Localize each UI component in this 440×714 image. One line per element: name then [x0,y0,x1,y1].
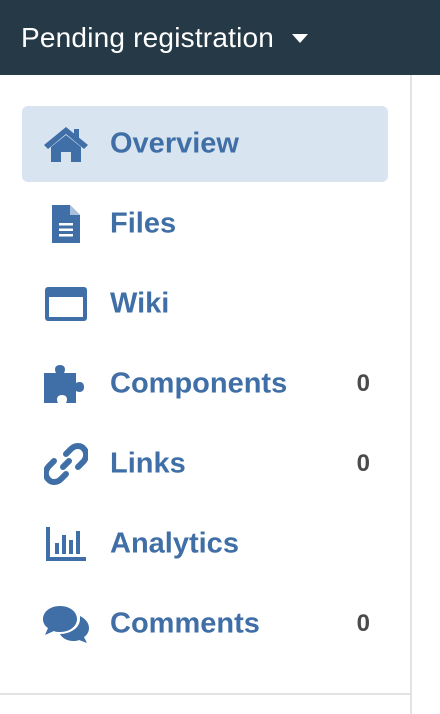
project-header: Pending registration [0,0,440,75]
sidebar-item-overview[interactable]: Overview [22,106,388,182]
comments-icon [42,600,90,648]
item-count: 0 [356,450,370,477]
item-count: 0 [356,610,370,637]
sidebar-item-analytics[interactable]: Analytics [22,506,388,582]
sidebar-item-comments[interactable]: Comments 0 [22,586,388,662]
file-icon [42,200,90,248]
caret-down-icon[interactable] [292,34,309,43]
puzzle-icon [42,360,90,408]
sidebar-item-label: Overview [110,127,239,160]
window-icon [42,280,90,328]
link-icon [42,440,90,488]
registration-status-dropdown[interactable]: Pending registration [21,22,274,54]
sidebar-item-label: Comments [110,607,260,640]
sidebar-divider [410,75,412,714]
sidebar-item-label: Analytics [110,527,239,560]
sidebar-item-wiki[interactable]: Wiki [22,266,388,342]
sidebar-item-label: Wiki [110,287,170,320]
sidebar-item-label: Links [110,447,186,480]
item-count: 0 [356,370,370,397]
sidebar-item-label: Components [110,367,288,400]
bar-chart-icon [42,520,90,568]
sidebar-item-label: Files [110,207,177,240]
sidebar-bottom-divider [0,693,411,695]
home-icon [42,120,90,168]
sidebar-item-links[interactable]: Links 0 [22,426,388,502]
sidebar-item-components[interactable]: Components 0 [22,346,388,422]
sidebar-item-files[interactable]: Files [22,186,388,262]
sidebar-nav: Overview Files Wiki Components 0 Links 0… [0,75,411,696]
